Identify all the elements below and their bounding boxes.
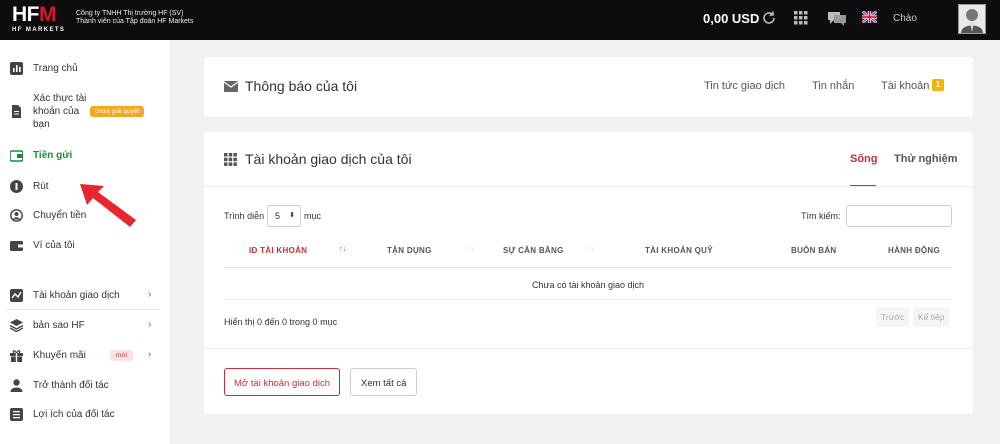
sidebar-item-label: bản sao HF [33, 320, 85, 331]
col-action: HÀNH ĐỘNG [888, 246, 941, 255]
table-header-divider [224, 267, 952, 268]
updown-caret-icon: ⬍ [289, 212, 295, 219]
account-notifications-link[interactable]: Tài khoản [881, 80, 929, 92]
mail-icon [224, 81, 238, 92]
apps-grid-icon[interactable] [794, 11, 808, 25]
red-pointer-arrow-icon [80, 184, 136, 227]
sidebar-item-label: Xác thực tài khoản của bạn [33, 92, 86, 131]
notifications-title: Thông báo của tôi [245, 78, 358, 94]
bar-chart-icon [10, 62, 23, 75]
uk-flag-icon[interactable] [862, 11, 877, 23]
refresh-icon[interactable] [761, 10, 777, 26]
sidebar-divider [6, 309, 160, 310]
account-notification-badge: 1 [932, 79, 944, 91]
account-balance: 0,00 USD [703, 11, 760, 26]
messages-link[interactable]: Tin nhắn [812, 80, 854, 92]
entries-suffix: mục [304, 211, 322, 221]
trading-accounts-card: Tài khoản giao dịch của tôi Sống Thử ngh… [204, 132, 973, 414]
sidebar: Trang chủ Xác thực tài khoản của bạn chư… [0, 40, 170, 444]
new-badge: mới [110, 350, 134, 361]
withdraw-icon [10, 180, 23, 193]
sidebar-item-label: Khuyến mãi [33, 350, 86, 361]
sort-icon[interactable]: ↑↓ [587, 246, 594, 253]
user-avatar[interactable] [958, 4, 986, 34]
pagination-previous-button[interactable]: Trước [876, 307, 910, 327]
wallet-icon [10, 241, 23, 251]
entries-value: 5 [275, 211, 281, 221]
list-icon [10, 408, 23, 421]
line-chart-icon [10, 289, 23, 302]
chevron-right-icon: › [148, 349, 152, 360]
entries-select[interactable]: 5 ⬍ [267, 205, 301, 227]
col-trade: BUÔN BÁN [791, 246, 837, 255]
company-line-2: Thành viên của Tập đoàn HF Markets [76, 18, 194, 25]
company-info: Công ty TNHH Thị trường HF (SV) Thành vi… [76, 10, 193, 26]
card-footer-divider [204, 348, 973, 349]
document-icon [12, 105, 21, 118]
layers-icon [10, 319, 23, 332]
wallet-icon [10, 150, 23, 162]
view-all-button[interactable]: Xem tất cả [350, 368, 418, 396]
sidebar-item-label: Trang chủ [33, 63, 78, 74]
table-row-divider [224, 299, 952, 300]
card-header-divider [204, 186, 973, 187]
tab-demo[interactable]: Thử nghiệm [894, 153, 958, 165]
pagination-next-button[interactable]: Kế tiếp [913, 307, 950, 327]
trading-news-link[interactable]: Tin tức giao dịch [704, 80, 785, 92]
sidebar-item-label: Rút [33, 181, 49, 192]
user-silhouette-icon [961, 9, 983, 33]
sidebar-item-label: Tiền gửi [33, 150, 73, 161]
company-line-1: Công ty TNHH Thị trường HF (SV) [76, 10, 184, 17]
grid-icon [224, 153, 237, 166]
search-input[interactable] [846, 205, 952, 227]
table-info: Hiển thị 0 đến 0 trong 0 mục [224, 317, 338, 327]
pending-badge: chưa giải quyết [90, 106, 145, 117]
sidebar-item-label-line: khoản của [33, 106, 80, 117]
greeting-text: Chào [893, 13, 917, 24]
hfm-logo[interactable]: HFM HF MARKETS [12, 4, 70, 34]
sort-icon[interactable]: ↑↓ [467, 246, 474, 253]
chevron-right-icon: › [148, 289, 152, 300]
sidebar-item-label: Tài khoản giao dịch [33, 290, 120, 301]
chevron-right-icon: › [148, 319, 152, 330]
col-leverage[interactable]: TẬN DỤNG [387, 246, 432, 255]
sidebar-item-label-line: Xác thực tài [33, 93, 87, 104]
table-empty-message: Chưa có tài khoản giao dịch [531, 280, 645, 290]
chat-icon[interactable] [828, 10, 846, 26]
col-account-id[interactable]: ID TÀI KHOẢN [249, 246, 307, 255]
sidebar-item-label: Trở thành đối tác [33, 380, 109, 391]
person-icon [10, 379, 23, 392]
notifications-card: Thông báo của tôi Tin tức giao dịch Tin … [204, 57, 973, 117]
search-label: Tìm kiếm: [801, 211, 841, 221]
top-bar: HFM HF MARKETS Công ty TNHH Thị trường H… [0, 0, 1000, 40]
transfer-icon [10, 209, 23, 222]
tab-live[interactable]: Sống [850, 153, 878, 165]
sidebar-item-label: Ví của tôi [33, 240, 75, 251]
sidebar-item-label-line: bạn [33, 119, 50, 130]
trading-accounts-title: Tài khoản giao dịch của tôi [245, 151, 412, 167]
sort-asc-icon[interactable]: ↑↓ [339, 246, 346, 253]
col-fund-account: TÀI KHOẢN QUỸ [645, 246, 713, 255]
show-entries-label: Trình diễn [224, 211, 265, 221]
open-trading-account-button[interactable]: Mở tài khoản giao dịch [224, 368, 341, 396]
gift-icon [10, 350, 23, 362]
sidebar-item-label: Lợi ích của đối tác [33, 409, 115, 420]
col-balance[interactable]: SỰ CÂN BẰNG [503, 246, 564, 255]
